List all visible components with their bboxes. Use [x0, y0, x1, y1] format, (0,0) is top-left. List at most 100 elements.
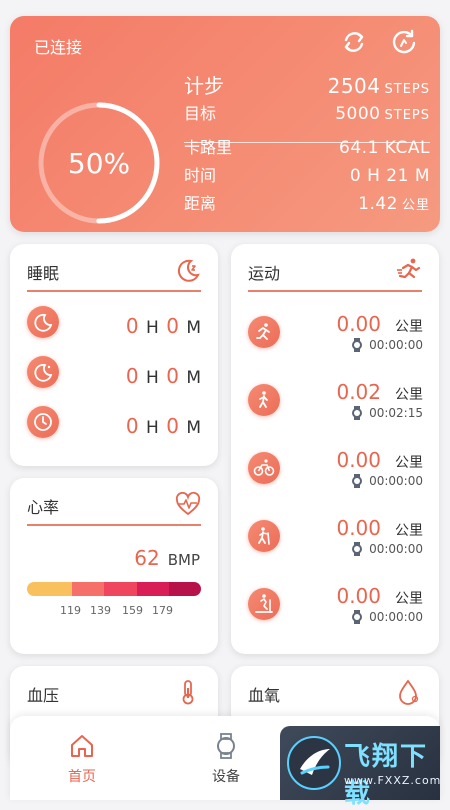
watch-icon [352, 338, 363, 352]
running-icon [395, 256, 423, 284]
sport-divider [248, 290, 422, 292]
calories-value: 64.1 KCAL [339, 138, 430, 158]
hike-time-value: 00:00:00 [369, 542, 423, 556]
steps-unit: STEPS [384, 82, 430, 97]
distance-unit: 公里 [395, 455, 423, 471]
moon-star-icon [27, 356, 59, 388]
distance-unit: 公里 [395, 387, 423, 403]
treadmill-distance-value: 0.00 [336, 584, 381, 608]
heart-rate-unit: BMP [167, 551, 200, 569]
sleep-title: 睡眠 [27, 264, 60, 283]
sleep-divider [27, 290, 201, 292]
walk-icon [248, 384, 280, 416]
sport-card[interactable]: 运动 0.00 公里 00:00:00 0.02 公里 00:02:15 0.0… [231, 244, 439, 654]
progress-percent: 50% [67, 146, 131, 180]
nav-device[interactable]: 设备 [196, 732, 256, 786]
watch-icon [352, 406, 363, 420]
hour-unit: H [145, 418, 160, 438]
walk-time-value: 00:02:15 [369, 406, 423, 420]
watermark-text: 飞翔下载 [344, 742, 429, 809]
sleep-light-minutes: 0 [166, 364, 180, 388]
hr-tick-119: 119 [60, 604, 81, 617]
clock-icon [27, 406, 59, 438]
bike-time-value: 00:00:00 [369, 474, 423, 488]
sync-icon[interactable] [338, 26, 370, 58]
sleep-deep-minutes: 0 [166, 314, 180, 338]
goal-value: 5000 [335, 104, 381, 124]
sport-title: 运动 [248, 264, 281, 283]
hr-zone-3 [104, 582, 137, 596]
goal-row: 目标 5000 STEPS [184, 100, 430, 124]
nav-device-label: 设备 [212, 769, 240, 785]
watermark-url: www.FXXZ.com [344, 774, 442, 787]
walk-distance-value: 0.02 [336, 380, 381, 404]
hr-zone-2 [72, 582, 105, 596]
distance-unit: 公里 [401, 198, 430, 213]
sport-hike-time: 00:00:00 [351, 542, 423, 556]
hr-zone-1 [27, 582, 73, 596]
heart-rate-zone-bar [27, 582, 201, 596]
nav-home[interactable]: 首页 [52, 732, 112, 786]
sport-bike-distance: 0.00 公里 [336, 448, 423, 472]
sleep-awake-hours: 0 [125, 414, 140, 438]
home-icon [71, 735, 93, 757]
run-time-value: 00:00:00 [369, 338, 423, 352]
blood-pressure-title: 血压 [27, 686, 60, 705]
treadmill-time-value: 00:00:00 [369, 610, 423, 624]
time-value: 0 H 21 M [349, 166, 430, 186]
watermark-emblem-icon [287, 736, 341, 790]
bike-icon [248, 452, 280, 484]
hour-unit: H [145, 318, 160, 338]
hike-icon [248, 520, 280, 552]
sleep-light-value: 0 H 0 M [126, 364, 202, 388]
goal-label: 目标 [184, 104, 217, 123]
hr-tick-139: 139 [90, 604, 111, 617]
steps-value: 2504 [327, 74, 381, 98]
bottom-nav: 首页 设备 飞翔下载 www.FXXZ.com [10, 716, 442, 809]
sleep-card[interactable]: 睡眠 0 H 0 M 0 H 0 M 0 H 0 M [10, 244, 218, 466]
hike-distance-value: 0.00 [336, 516, 381, 540]
sport-treadmill-time: 00:00:00 [351, 610, 423, 624]
calories-label: 卡路里 [184, 138, 233, 157]
moon-star-icon [174, 256, 202, 284]
steps-row: 计步 2504 STEPS [184, 70, 430, 99]
sport-treadmill-distance: 0.00 公里 [336, 584, 423, 608]
time-row: 时间 0 H 21 M [184, 162, 430, 186]
heart-rate-value: 62 BMP [134, 546, 200, 570]
distance-value: 1.42 [358, 194, 398, 214]
distance-row: 距离 1.42 公里 [184, 190, 430, 214]
summary-card: 已连接 50% 计步 2504 STEPS 目标 5000 STEPS 卡路里 64 [10, 16, 440, 232]
hr-tick-159: 159 [122, 604, 143, 617]
calories-row: 卡路里 64.1 KCAL [184, 134, 430, 158]
hr-zone-4 [136, 582, 169, 596]
nav-home-label: 首页 [68, 769, 96, 785]
oxygen-drop-icon [395, 678, 423, 706]
sleep-awake-minutes: 0 [166, 414, 180, 438]
sport-bike-time: 00:00:00 [351, 474, 423, 488]
sport-walk-distance: 0.02 公里 [336, 380, 423, 404]
thermometer-icon [174, 678, 202, 706]
run-distance-value: 0.00 [336, 312, 381, 336]
sleep-deep-hours: 0 [125, 314, 140, 338]
hr-tick-179: 179 [152, 604, 173, 617]
minute-unit: M [186, 368, 202, 388]
heart-rate-number: 62 [134, 546, 160, 570]
heart-rate-card[interactable]: 心率 62 BMP 119 139 159 179 [10, 478, 218, 654]
heart-rate-divider [27, 524, 201, 526]
watch-device-icon [217, 733, 235, 759]
sport-hike-distance: 0.00 公里 [336, 516, 423, 540]
distance-unit: 公里 [395, 523, 423, 539]
watch-icon [352, 542, 363, 556]
treadmill-icon [248, 588, 280, 620]
sport-walk-time: 00:02:15 [351, 406, 423, 420]
distance-unit: 公里 [395, 319, 423, 335]
distance-label: 距离 [184, 194, 217, 213]
watermark-logo: 飞翔下载 www.FXXZ.com [280, 726, 442, 809]
refresh-icon[interactable] [388, 26, 420, 58]
time-label: 时间 [184, 166, 217, 185]
steps-label: 计步 [184, 74, 224, 98]
heart-pulse-icon [174, 490, 202, 518]
goal-unit: STEPS [384, 108, 430, 123]
run-icon [248, 316, 280, 348]
sleep-light-hours: 0 [125, 364, 140, 388]
